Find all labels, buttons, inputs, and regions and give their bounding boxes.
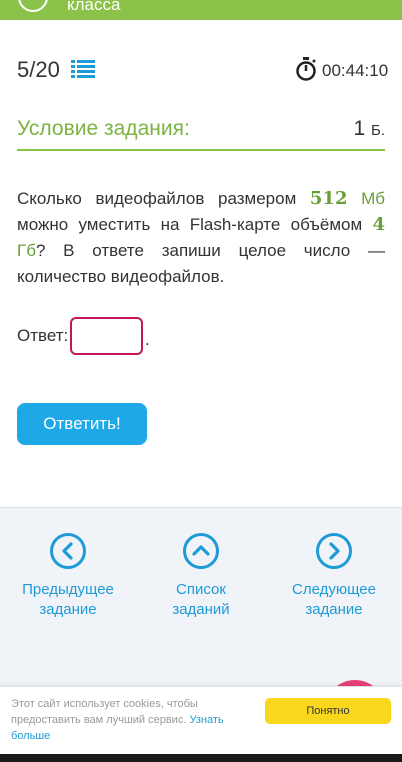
prev-label-2: задание xyxy=(39,601,97,618)
answer-label: Ответ: xyxy=(17,326,69,345)
task-list-button[interactable]: Список заданий xyxy=(136,532,266,620)
list-label-2: заданий xyxy=(172,601,230,618)
list-label-1: Список xyxy=(176,581,226,598)
task-progress: 5/20 xyxy=(17,57,60,82)
cookie-text: Этот сайт использует cookies, чтобы пред… xyxy=(11,696,241,744)
stopwatch-icon xyxy=(296,57,316,81)
top-bar: класса xyxy=(0,0,402,20)
question-text: Сколько видеофайлов размером 512 Мб можн… xyxy=(17,186,385,290)
cookie-message: Этот сайт использует cookies, чтобы пред… xyxy=(11,698,198,726)
timer-value: 00:44:10 xyxy=(322,61,389,80)
answer-suffix: . xyxy=(145,330,150,349)
system-nav-bar xyxy=(0,754,402,762)
prev-task-button[interactable]: Предыдущее задание xyxy=(3,532,133,620)
question-unit: Мб xyxy=(347,189,385,208)
next-label-1: Следующее xyxy=(292,581,376,598)
task-navigation: Предыдущее задание Список заданий Следую… xyxy=(0,507,402,687)
question-unit: Гб xyxy=(17,241,36,260)
chevron-right-circle-icon xyxy=(316,533,352,569)
chevron-up-circle-icon xyxy=(183,533,219,569)
header-title: класса xyxy=(67,0,121,14)
list-icon[interactable] xyxy=(71,59,95,79)
cookie-accept-button[interactable]: Понятно xyxy=(265,698,391,724)
question-part: можно уместить на Flash-карте объёмом xyxy=(17,215,373,234)
prev-label-1: Предыдущее xyxy=(22,581,114,598)
question-number: 512 xyxy=(309,188,348,209)
question-number: 4 xyxy=(372,214,385,235)
cookie-banner: Этот сайт использует cookies, чтобы пред… xyxy=(0,686,402,754)
condition-divider xyxy=(17,149,385,151)
next-label-2: задание xyxy=(305,601,363,618)
back-icon[interactable] xyxy=(18,0,48,12)
points-unit: Б. xyxy=(370,122,385,139)
condition-title: Условие задания: xyxy=(17,117,190,140)
chevron-left-circle-icon xyxy=(50,533,86,569)
question-part: Сколько видеофайлов размером xyxy=(17,189,310,208)
answer-input[interactable] xyxy=(70,317,143,355)
submit-button[interactable]: Ответить! xyxy=(17,403,147,445)
task-points: 1 Б. xyxy=(353,117,385,141)
points-value: 1 xyxy=(353,117,366,140)
question-part: ? В ответе запиши целое число — количест… xyxy=(17,241,385,286)
next-task-button[interactable]: Следующее задание xyxy=(269,532,399,620)
